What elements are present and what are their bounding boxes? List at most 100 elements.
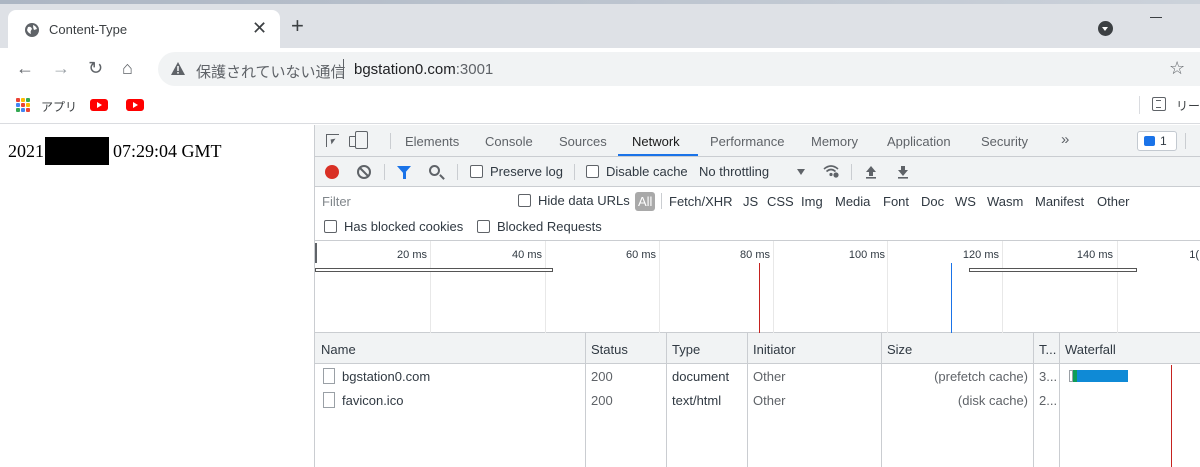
filter-icon[interactable] [397, 166, 411, 179]
date-prefix: 2021 [8, 140, 44, 161]
date-text: 2021 07:29:04 GMT [8, 137, 222, 165]
column-type[interactable]: Type [672, 342, 700, 357]
grid-line [545, 241, 546, 333]
reload-button[interactable]: ↻ [88, 58, 103, 78]
network-conditions-icon[interactable] [823, 164, 839, 178]
hide-data-urls-checkbox[interactable] [518, 194, 531, 207]
preserve-log-label[interactable]: Preserve log [490, 164, 563, 179]
type-doc-button[interactable]: Doc [921, 194, 944, 209]
column-time[interactable]: T... [1039, 342, 1056, 357]
column-waterfall[interactable]: Waterfall [1065, 342, 1116, 357]
tab-elements[interactable]: Elements [405, 134, 459, 149]
dom-content-loaded-line [951, 263, 952, 333]
type-img-button[interactable]: Img [801, 194, 823, 209]
type-ws-button[interactable]: WS [955, 194, 976, 209]
toolbar-separator [851, 164, 852, 180]
minimize-icon[interactable] [1150, 17, 1162, 18]
type-font-button[interactable]: Font [883, 194, 909, 209]
address-bar[interactable]: 保護されていない通信 bgstation0.com:3001 ☆ [158, 52, 1200, 86]
tab-security[interactable]: Security [981, 134, 1028, 149]
tab-search-icon[interactable] [1098, 21, 1113, 36]
back-button[interactable]: ← [16, 58, 34, 78]
bookmark-apps[interactable]: アプリ [41, 98, 77, 115]
blocked-requests-label[interactable]: Blocked Requests [497, 219, 602, 234]
toolbar-separator [574, 164, 575, 180]
blocked-requests-checkbox[interactable] [477, 220, 490, 233]
tab-network[interactable]: Network [632, 134, 680, 149]
disable-cache-label[interactable]: Disable cache [606, 164, 688, 179]
column-initiator[interactable]: Initiator [753, 342, 796, 357]
youtube-bookmark-icon[interactable] [126, 99, 144, 111]
inspect-element-icon[interactable] [326, 134, 339, 147]
clear-icon[interactable] [357, 165, 371, 179]
forward-button[interactable]: → [52, 58, 70, 78]
table-row[interactable]: favicon.ico 200 text/html Other (disk ca… [315, 389, 1200, 413]
preserve-log-checkbox[interactable] [470, 165, 483, 178]
record-button[interactable] [325, 165, 339, 179]
disable-cache-checkbox[interactable] [586, 165, 599, 178]
devtools-tab-bar: Elements Console Sources Network Perform… [315, 125, 1200, 157]
issues-badge[interactable]: 1 [1137, 131, 1177, 151]
tab-separator [1185, 133, 1186, 149]
type-other-button[interactable]: Other [1097, 194, 1130, 209]
tab-title: Content-Type [49, 22, 128, 37]
type-css-button[interactable]: CSS [767, 194, 794, 209]
has-blocked-cookies-label[interactable]: Has blocked cookies [344, 219, 463, 234]
network-overview[interactable]: 20 ms 40 ms 60 ms 80 ms 100 ms 120 ms 14… [315, 241, 1200, 333]
hide-data-urls-label[interactable]: Hide data URLs [538, 193, 630, 208]
has-blocked-cookies-checkbox[interactable] [324, 220, 337, 233]
warning-icon[interactable] [170, 61, 186, 76]
apps-grid-icon[interactable] [16, 98, 30, 112]
tab-memory[interactable]: Memory [811, 134, 858, 149]
row-name: bgstation0.com [342, 369, 431, 384]
security-status[interactable]: 保護されていない通信 [196, 61, 346, 82]
type-manifest-button[interactable]: Manifest [1035, 194, 1084, 209]
filter-bar: Hide data URLs All Fetch/XHR JS CSS Img … [315, 187, 1200, 241]
column-size[interactable]: Size [887, 342, 912, 357]
device-toolbar-icon[interactable] [349, 131, 368, 149]
row-initiator: Other [753, 369, 786, 384]
grid-line [659, 241, 660, 333]
export-har-icon[interactable] [897, 165, 909, 179]
redaction-box [45, 137, 109, 165]
type-media-button[interactable]: Media [835, 194, 870, 209]
type-wasm-button[interactable]: Wasm [987, 194, 1023, 209]
row-type: text/html [672, 393, 722, 408]
tab-application[interactable]: Application [887, 134, 951, 149]
grid-line [887, 241, 888, 333]
globe-icon [25, 23, 39, 37]
table-row[interactable]: bgstation0.com 200 document Other (prefe… [315, 365, 1200, 389]
grid-line [430, 241, 431, 333]
search-icon[interactable] [429, 165, 440, 176]
table-header: Name Status Type Initiator Size T... Wat… [315, 333, 1200, 364]
page-content: 2021 07:29:04 GMT [0, 125, 314, 467]
bookmark-star-icon[interactable]: ☆ [1169, 58, 1185, 79]
new-tab-button[interactable]: + [291, 15, 304, 37]
url-text[interactable]: bgstation0.com:3001 [354, 61, 493, 78]
tick-label: 20 ms [397, 249, 427, 261]
reading-list-label[interactable]: リーデ [1176, 97, 1200, 114]
tab-console[interactable]: Console [485, 134, 533, 149]
filter-separator [661, 193, 662, 209]
grid-line [1002, 241, 1003, 333]
column-status[interactable]: Status [591, 342, 628, 357]
throttling-select[interactable]: No throttling [699, 164, 769, 179]
tab-sources[interactable]: Sources [559, 134, 607, 149]
type-js-button[interactable]: JS [743, 194, 758, 209]
chevron-down-icon[interactable] [797, 169, 805, 175]
column-name[interactable]: Name [321, 342, 356, 357]
overview-left-handle[interactable] [315, 243, 317, 263]
type-fetch-xhr-button[interactable]: Fetch/XHR [669, 194, 733, 209]
type-all-button[interactable]: All [635, 192, 656, 211]
tab-performance[interactable]: Performance [710, 134, 784, 149]
tab-close-icon[interactable]: ✕ [252, 19, 267, 37]
tab-content-type[interactable]: Content-Type ✕ [8, 10, 280, 48]
reading-list-icon[interactable] [1152, 97, 1166, 111]
home-button[interactable]: ⌂ [122, 58, 133, 78]
import-har-icon[interactable] [865, 165, 877, 179]
more-tabs-icon[interactable]: » [1061, 131, 1069, 148]
tab-strip: Content-Type ✕ + [0, 0, 1200, 48]
tick-label: 80 ms [740, 249, 770, 261]
filter-input[interactable] [319, 191, 501, 211]
youtube-bookmark-icon[interactable] [90, 99, 108, 111]
